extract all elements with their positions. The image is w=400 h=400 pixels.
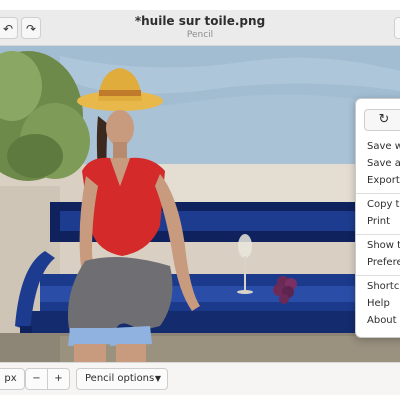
menu-item-show-tools[interactable]: Show to — [367, 240, 400, 251]
pencil-options-button[interactable]: Pencil options ▼ — [76, 368, 168, 390]
menu-item-help[interactable]: Help — [367, 298, 390, 309]
menu-item-copy-to[interactable]: Copy to — [367, 199, 400, 210]
unit-label: px — [4, 373, 17, 384]
main-menu-popover: ↻ Save wi Save as Export a Copy to Print… — [355, 98, 400, 338]
app-window: ↶ ↷ *huile sur toile.png Pencil ↻ Save S… — [0, 10, 400, 395]
reload-button[interactable]: ↻ — [364, 109, 400, 131]
menu-item-save-with[interactable]: Save wi — [367, 141, 400, 152]
plus-icon: + — [54, 373, 63, 384]
menu-item-shortcuts[interactable]: Shortcu — [367, 281, 400, 292]
menu-separator — [356, 193, 400, 194]
menu-separator — [356, 275, 400, 276]
menu-item-export-as[interactable]: Export a — [367, 175, 400, 186]
menu-item-save-as[interactable]: Save as — [367, 158, 400, 169]
window-title: *huile sur toile.png — [134, 14, 266, 28]
window-subtitle: Pencil — [186, 30, 214, 40]
painting-image — [0, 46, 400, 362]
pencil-options-label: Pencil options — [85, 373, 155, 384]
refresh-icon: ↻ — [378, 112, 390, 127]
menu-separator — [356, 234, 400, 235]
menu-item-print[interactable]: Print — [367, 216, 390, 227]
minus-icon: − — [32, 373, 41, 384]
menu-item-preferences[interactable]: Prefere — [367, 257, 400, 268]
unit-selector[interactable]: px — [0, 368, 25, 390]
bottom-toolbar: px − + Pencil options ▼ — [0, 362, 400, 395]
header-bar: ↶ ↷ *huile sur toile.png Pencil — [0, 10, 400, 46]
menu-item-about[interactable]: About D — [367, 315, 400, 326]
main-menu-button[interactable] — [394, 17, 400, 39]
chevron-down-icon: ▼ — [154, 374, 161, 383]
drawing-canvas[interactable]: ↻ Save wi Save as Export a Copy to Print… — [0, 46, 400, 362]
size-increase-button[interactable]: + — [47, 368, 70, 390]
size-decrease-button[interactable]: − — [25, 368, 48, 390]
